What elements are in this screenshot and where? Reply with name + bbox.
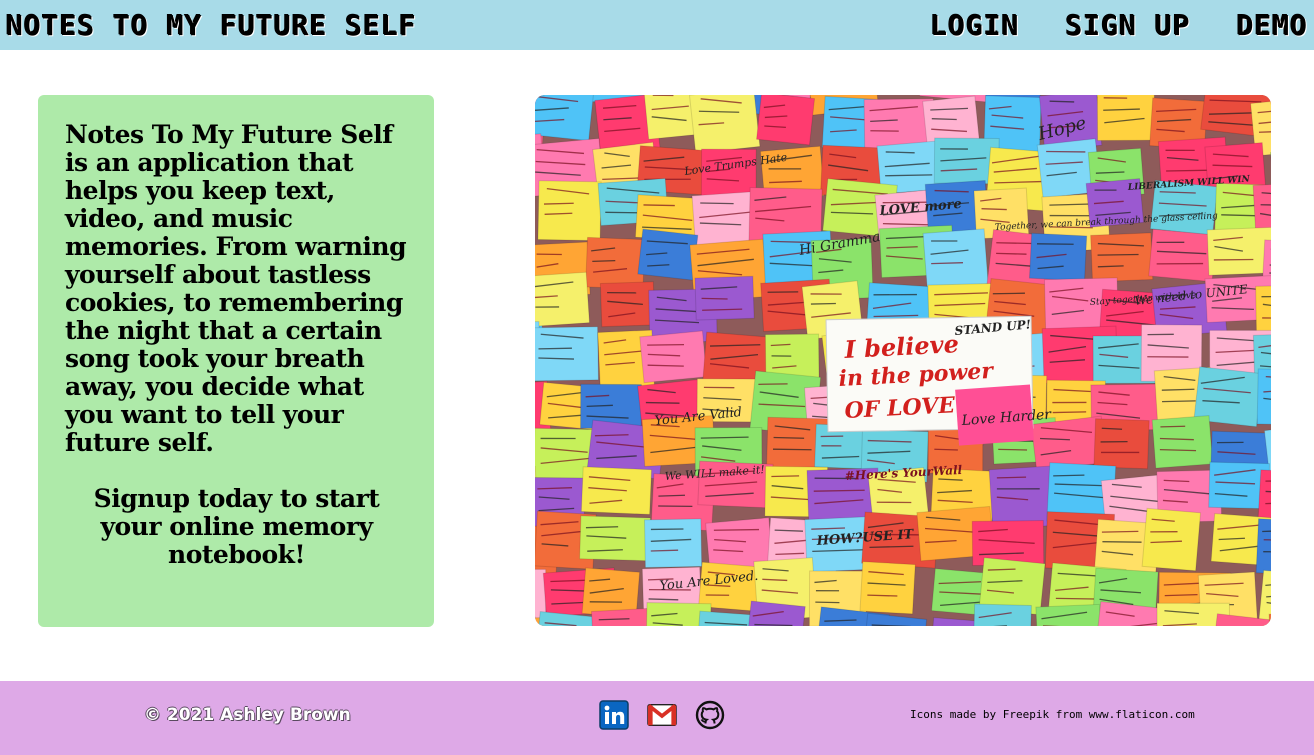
handwriting-scribble xyxy=(1052,411,1087,414)
sticky-note xyxy=(537,180,602,242)
handwriting-scribble xyxy=(1262,317,1271,319)
handwriting-scribble xyxy=(538,347,572,350)
handwriting-scribble xyxy=(700,202,734,205)
sticky-note xyxy=(643,518,703,569)
sticky-note xyxy=(1090,232,1154,283)
handwriting-scribble xyxy=(1156,262,1204,265)
handwriting-scribble xyxy=(810,293,842,295)
handwriting-scribble xyxy=(771,475,800,478)
sticky-note xyxy=(756,95,816,146)
main-nav: Login Sign Up Demo xyxy=(930,9,1308,42)
sticky-note xyxy=(922,228,989,289)
sticky-note xyxy=(1141,507,1202,572)
signup-call-to-action: Signup today to start your online memory… xyxy=(93,484,380,569)
sticky-note xyxy=(585,236,646,290)
sticky-note xyxy=(1151,415,1214,469)
handwriting-scribble xyxy=(713,528,760,531)
handwriting-scribble xyxy=(1260,204,1271,206)
nav-signup-link[interactable]: Sign Up xyxy=(1066,9,1191,42)
icon-credit-text: Icons made by Freepik from www.flaticon.… xyxy=(910,708,1195,721)
handwriting-scribble xyxy=(1263,551,1271,553)
handwriting-scribble xyxy=(1265,480,1271,482)
sticky-note xyxy=(580,466,653,515)
sticky-note xyxy=(1206,226,1271,276)
handwriting-scribble xyxy=(1097,253,1139,256)
intro-card: Notes To My Future Self is an applicatio… xyxy=(38,95,434,627)
site-footer: © 2021 Ashley Brown Icons made by Freepi… xyxy=(0,681,1314,755)
sticky-note xyxy=(535,271,590,328)
github-icon[interactable] xyxy=(695,700,725,730)
handwriting-scribble xyxy=(701,297,728,300)
handwriting-scribble xyxy=(1147,333,1174,336)
linkedin-icon[interactable] xyxy=(599,700,629,730)
handwriting-scribble xyxy=(1162,400,1196,403)
copyright-text: © 2021 Ashley Brown xyxy=(144,705,351,725)
sticky-note xyxy=(1148,228,1217,283)
sticky-note xyxy=(972,603,1032,626)
handwriting-scribble xyxy=(1094,189,1117,191)
handwriting-scribble xyxy=(996,476,1027,479)
sticky-note xyxy=(1255,518,1271,576)
sticky-notes-wall: I believein the powerOF LOVE Love HarderH… xyxy=(535,95,1271,626)
site-brand[interactable]: Notes To My Future Self xyxy=(6,9,417,42)
handwriting-scribble xyxy=(771,355,792,357)
handwriting-scribble xyxy=(821,445,842,447)
sticky-note xyxy=(579,515,651,562)
intro-paragraph: Notes To My Future Self is an applicatio… xyxy=(65,120,407,457)
sticky-note xyxy=(639,330,708,384)
handwriting-scribble xyxy=(540,437,576,440)
sticky-note xyxy=(859,561,916,615)
note-text-i-believe: I believe xyxy=(843,329,960,364)
nav-demo-link[interactable]: Demo xyxy=(1237,9,1308,42)
gmail-icon[interactable] xyxy=(647,700,677,730)
handwriting-scribble xyxy=(1216,441,1244,444)
handwriting-scribble xyxy=(1156,241,1185,244)
top-navbar: Notes To My Future Self Login Sign Up De… xyxy=(0,0,1314,50)
sticky-note xyxy=(1096,95,1156,142)
sticky-note xyxy=(535,95,595,142)
sticky-note xyxy=(599,281,656,328)
sticky-note xyxy=(1093,418,1150,470)
nav-login-link[interactable]: Login xyxy=(930,9,1019,42)
sticky-notes-hero-image: I believe in the power OF LOVE Love Harder H… xyxy=(535,95,1271,626)
handwriting-scribble xyxy=(940,148,968,150)
handwriting-scribble xyxy=(1150,531,1178,533)
social-links xyxy=(599,700,725,730)
